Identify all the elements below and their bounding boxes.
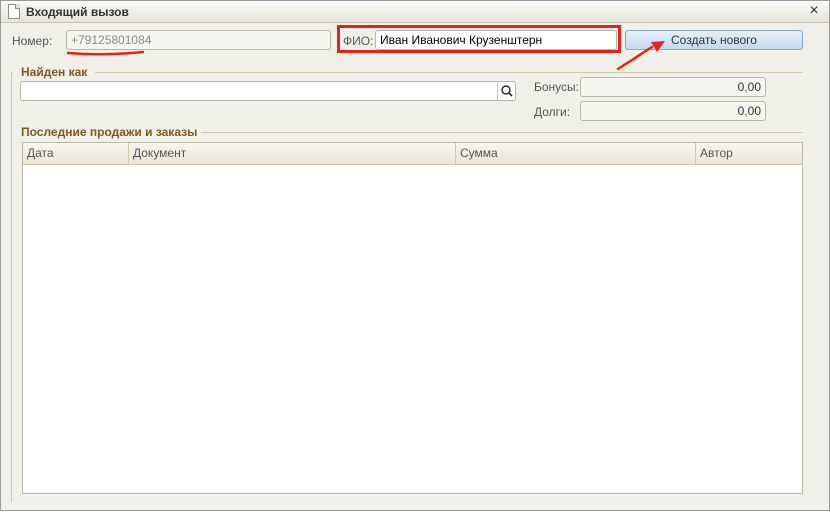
number-underline-annotation (66, 50, 145, 56)
table-header: Дата Документ Сумма Автор (23, 143, 802, 165)
number-field[interactable] (66, 30, 331, 50)
debt-label: Долги: (534, 105, 571, 119)
arrow-annotation-line (616, 45, 654, 71)
column-header-sum[interactable]: Сумма (456, 143, 696, 164)
found-as-divider (95, 72, 803, 73)
column-header-date[interactable]: Дата (23, 143, 129, 164)
search-button[interactable] (497, 81, 515, 101)
sales-title: Последние продажи и заказы (21, 125, 198, 139)
search-icon (501, 85, 513, 97)
bonus-field[interactable] (580, 77, 766, 97)
sales-table[interactable]: Дата Документ Сумма Автор (22, 142, 803, 494)
debt-field[interactable] (580, 101, 766, 121)
close-icon[interactable]: × (807, 3, 821, 19)
column-header-author[interactable]: Автор (696, 143, 802, 164)
found-as-search-input[interactable] (20, 81, 516, 101)
found-as-title: Найден как (21, 65, 88, 79)
fio-highlight-annotation (337, 25, 621, 53)
number-label: Номер: (12, 34, 53, 48)
window-title: Входящий вызов (26, 5, 129, 19)
document-icon (8, 4, 20, 19)
title-bar: Входящий вызов × (1, 1, 829, 23)
column-header-document[interactable]: Документ (129, 143, 456, 164)
incoming-call-window: Входящий вызов × Номер: ФИО: Создать нов… (0, 0, 830, 511)
create-new-button[interactable]: Создать нового (625, 30, 803, 50)
sales-divider (201, 132, 803, 133)
group-border-left (11, 72, 12, 502)
bonus-label: Бонусы: (534, 80, 579, 94)
